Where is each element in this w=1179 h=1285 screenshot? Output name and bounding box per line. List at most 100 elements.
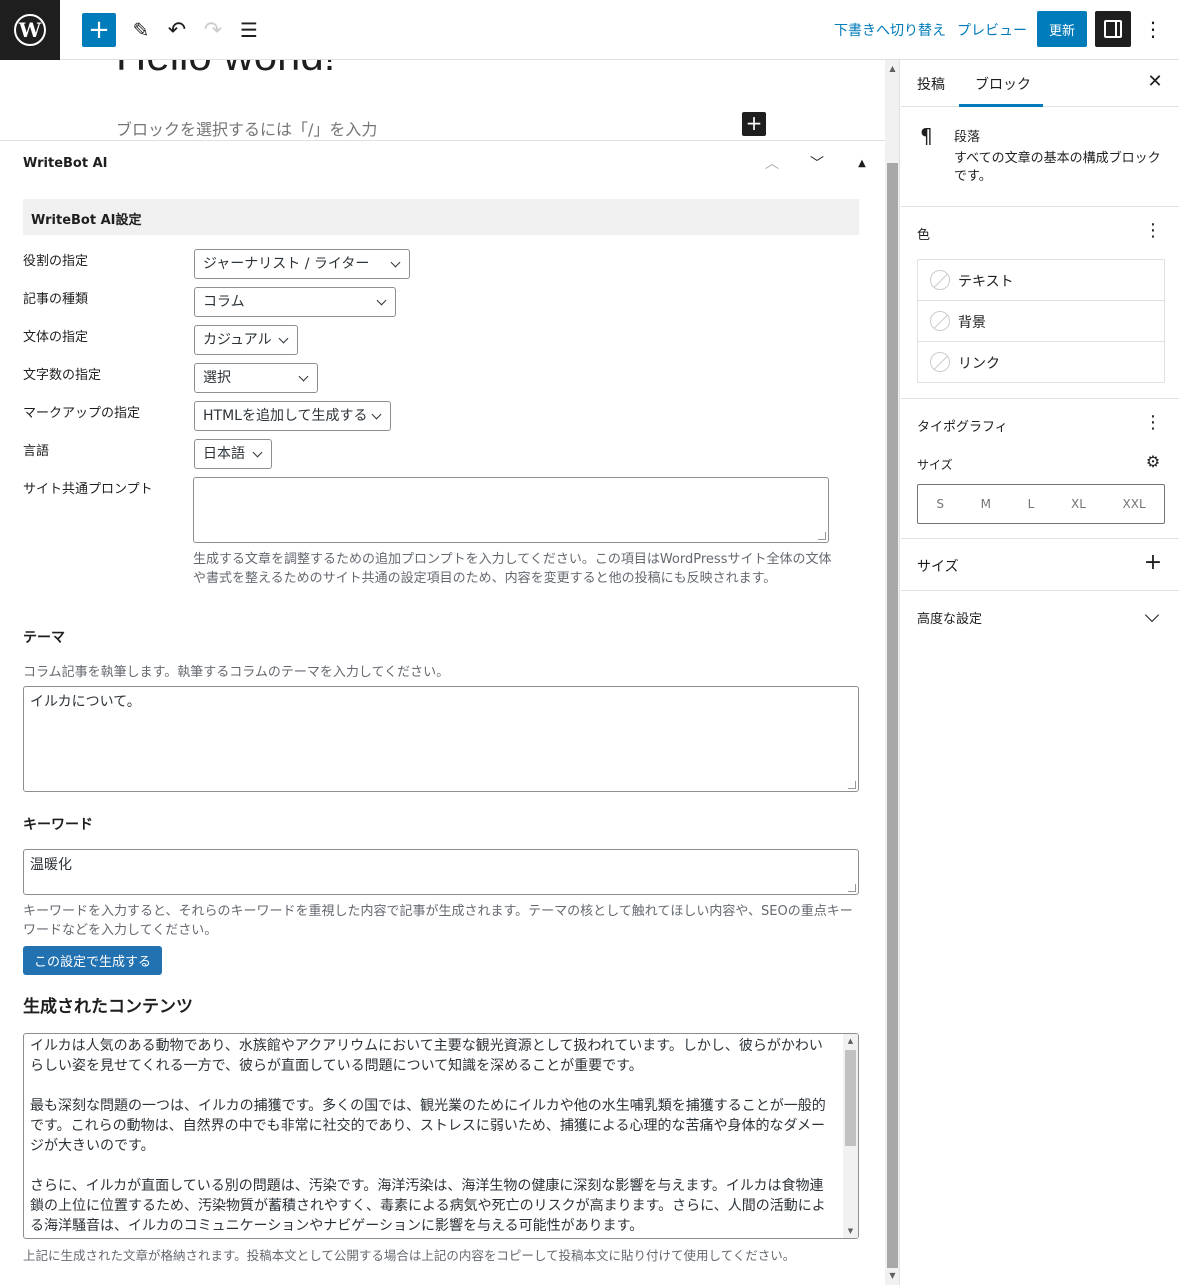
preview-link[interactable]: プレビュー xyxy=(957,20,1027,40)
typography-heading: タイポグラフィ xyxy=(917,420,1008,435)
style-select[interactable]: カジュアル xyxy=(194,325,298,355)
generated-paragraph: イルカは人気のある動物であり、水族館やアクアリウムにおいて主要な観光資源として扱… xyxy=(30,1038,823,1074)
role-label: 役割の指定 xyxy=(23,254,89,269)
site-prompt-description: 生成する文章を調整するための追加プロンプトを入力してください。この項目はWord… xyxy=(193,552,832,586)
resize-handle[interactable] xyxy=(818,532,826,540)
add-dimension-icon[interactable]: + xyxy=(1143,550,1163,575)
article-type-select[interactable]: コラム xyxy=(194,287,396,317)
typography-options-icon[interactable]: ⋮ xyxy=(1143,412,1163,433)
color-item-link[interactable]: リンク xyxy=(918,342,1164,383)
article-type-label: 記事の種類 xyxy=(23,292,89,307)
font-size-picker: S M L XL XXL xyxy=(917,484,1165,524)
size-option-xxl[interactable]: XXL xyxy=(1123,497,1146,511)
scrollbar-thumb[interactable] xyxy=(845,1050,856,1146)
custom-size-settings-icon[interactable]: ⚙ xyxy=(1143,452,1163,471)
color-options-icon[interactable]: ⋮ xyxy=(1143,220,1163,241)
wordpress-logo[interactable]: W xyxy=(0,0,60,60)
close-icon[interactable]: ✕ xyxy=(1143,70,1167,94)
metabox-divider xyxy=(0,140,885,141)
switch-to-draft-link[interactable]: 下書きへ切り替え xyxy=(834,20,946,40)
divider xyxy=(901,206,1179,207)
size-option-l[interactable]: L xyxy=(1028,497,1035,511)
update-button[interactable]: 更新 xyxy=(1037,11,1087,47)
tab-post[interactable]: 投稿 xyxy=(917,74,945,94)
wordpress-logo-icon: W xyxy=(14,14,46,46)
length-label: 文字数の指定 xyxy=(23,368,102,383)
undo-icon[interactable]: ↶ xyxy=(160,13,194,47)
options-more-icon[interactable]: ⋮ xyxy=(1141,14,1165,44)
color-swatch-icon xyxy=(930,270,950,290)
block-inserter-button[interactable]: + xyxy=(82,13,116,47)
length-select[interactable]: 選択 xyxy=(194,363,318,393)
settings-sidebar-toggle[interactable] xyxy=(1095,11,1131,47)
tab-block[interactable]: ブロック xyxy=(975,74,1031,94)
theme-value: イルカについて。 xyxy=(30,694,141,710)
color-swatch-icon xyxy=(930,352,950,372)
theme-description: コラム記事を執筆します。執筆するコラムのテーマを入力してください。 xyxy=(23,665,450,680)
collapse-toggle-icon[interactable]: ▲ xyxy=(850,152,874,176)
move-up-icon[interactable]: ︿ xyxy=(760,152,784,176)
keyword-heading: キーワード xyxy=(23,817,93,833)
resize-handle[interactable] xyxy=(848,781,856,789)
scroll-down-arrow-icon[interactable]: ▼ xyxy=(885,1269,900,1283)
sidebar-tabs: 投稿 ブロック ✕ xyxy=(901,60,1179,107)
scroll-down-arrow-icon[interactable]: ▼ xyxy=(843,1224,858,1238)
color-item-label: リンク xyxy=(958,356,1000,372)
markup-select[interactable]: HTMLを追加して生成する xyxy=(194,401,391,431)
generated-content-textarea[interactable]: イルカは人気のある動物であり、水族館やアクアリウムにおいて主要な観光資源として扱… xyxy=(23,1033,859,1239)
generate-button[interactable]: この設定で生成する xyxy=(23,946,162,975)
chevron-down-icon[interactable] xyxy=(1144,607,1160,623)
divider xyxy=(901,538,1179,539)
generated-paragraph: 最も深刻な問題の一つは、イルカの捕獲です。多くの国では、観光業のためにイルカや他… xyxy=(30,1098,826,1154)
color-swatch-icon xyxy=(930,311,950,331)
font-size-label: サイズ xyxy=(917,458,953,472)
generated-content-scrollbar[interactable]: ▲ ▼ xyxy=(843,1034,858,1238)
color-item-background[interactable]: 背景 xyxy=(918,301,1164,342)
keyword-value: 温暖化 xyxy=(30,857,72,873)
color-item-label: テキスト xyxy=(958,274,1014,290)
block-name: 段落 xyxy=(954,130,981,145)
keyword-textarea[interactable]: 温暖化 xyxy=(23,849,859,895)
sidebar-panel-icon xyxy=(1104,20,1122,38)
divider xyxy=(901,398,1179,399)
redo-icon[interactable]: ↷ xyxy=(196,13,230,47)
post-title[interactable]: Hello world! xyxy=(116,60,335,80)
advanced-heading[interactable]: 高度な設定 xyxy=(917,608,982,627)
generated-content-note: 上記に生成された文章が格納されます。投稿本文として公開する場合は上記の内容をコピ… xyxy=(23,1248,796,1263)
color-panel: テキスト 背景 リンク xyxy=(917,259,1165,383)
color-item-text[interactable]: テキスト xyxy=(918,260,1164,301)
settings-sidebar: 投稿 ブロック ✕ ¶ 段落 すべての文章の基本の構成ブロックです。 色 ⋮ テ… xyxy=(901,60,1179,1285)
markup-label: マークアップの指定 xyxy=(23,406,141,421)
block-description: すべての文章の基本の構成ブロックです。 xyxy=(954,151,1161,184)
dimensions-heading[interactable]: サイズ xyxy=(917,556,959,576)
style-label: 文体の指定 xyxy=(23,330,89,345)
size-option-s[interactable]: S xyxy=(936,497,944,511)
divider xyxy=(901,590,1179,591)
move-down-icon[interactable]: ﹀ xyxy=(805,152,829,176)
paragraph-placeholder[interactable]: ブロックを選択するには「/」を入力 xyxy=(116,116,377,140)
color-item-label: 背景 xyxy=(958,315,986,331)
metabox-title: WriteBot AI xyxy=(23,156,108,171)
size-option-xl[interactable]: XL xyxy=(1071,497,1086,511)
edit-pencil-icon[interactable]: ✎ xyxy=(124,13,158,47)
paragraph-block-icon: ¶ xyxy=(920,124,933,148)
language-select[interactable]: 日本語 xyxy=(194,439,272,469)
generated-content-heading: 生成されたコンテンツ xyxy=(23,997,193,1017)
scrollbar-thumb[interactable] xyxy=(887,163,898,1268)
editor-scrollbar[interactable]: ▲ ▼ xyxy=(885,60,900,1285)
inline-add-block-icon[interactable]: + xyxy=(742,112,766,136)
scroll-up-arrow-icon[interactable]: ▲ xyxy=(885,62,900,76)
site-prompt-textarea[interactable] xyxy=(193,477,829,543)
settings-section-header: WriteBot AI設定 xyxy=(23,199,859,235)
color-heading: 色 xyxy=(917,228,931,243)
language-label: 言語 xyxy=(23,444,50,459)
resize-handle[interactable] xyxy=(848,884,856,892)
generated-paragraph: さらに、イルカが直面している別の問題は、汚染です。海洋汚染は、海洋生物の健康に深… xyxy=(30,1178,826,1234)
scroll-up-arrow-icon[interactable]: ▲ xyxy=(843,1034,858,1048)
editor-canvas: Hello world! ブロックを選択するには「/」を入力 + WriteBo… xyxy=(0,60,885,1285)
theme-heading: テーマ xyxy=(23,630,65,646)
document-overview-icon[interactable]: ☰ xyxy=(232,13,266,47)
size-option-m[interactable]: M xyxy=(981,497,991,511)
theme-textarea[interactable]: イルカについて。 xyxy=(23,686,859,792)
role-select[interactable]: ジャーナリスト / ライター xyxy=(194,249,410,279)
